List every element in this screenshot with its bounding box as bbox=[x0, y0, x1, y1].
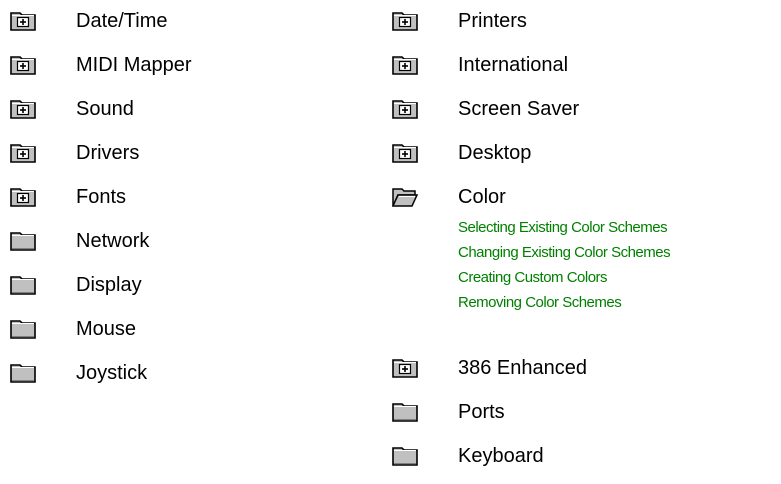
folder-plus-icon bbox=[392, 99, 418, 119]
topic-label: International bbox=[458, 54, 569, 76]
folder-plus-icon bbox=[10, 11, 36, 31]
topic-keyboard[interactable]: Keyboard bbox=[392, 435, 781, 479]
topic-mouse[interactable]: Mouse bbox=[10, 308, 370, 352]
right-topic-column: Printers International Screen Saver Desk… bbox=[391, 0, 781, 479]
subtopic-link[interactable]: Selecting Existing Color Schemes bbox=[458, 215, 781, 240]
topic-label: Fonts bbox=[76, 186, 127, 208]
folder-plus-icon bbox=[10, 99, 36, 119]
folder-icon bbox=[10, 319, 36, 339]
topic-label: Mouse bbox=[76, 318, 137, 340]
topic-label: Keyboard bbox=[458, 445, 544, 467]
topic-color[interactable]: Color bbox=[391, 176, 781, 220]
topic-label: Drivers bbox=[76, 142, 140, 164]
left-topic-column: Date/Time MIDI Mapper Sound Drivers Font… bbox=[10, 0, 370, 396]
topic-386-enhanced[interactable]: 386 Enhanced bbox=[392, 347, 781, 391]
topic-label: Sound bbox=[76, 98, 134, 120]
topic-display[interactable]: Display bbox=[10, 264, 370, 308]
topic-label: Display bbox=[76, 274, 142, 296]
topic-international[interactable]: International bbox=[392, 44, 781, 88]
topic-network[interactable]: Network bbox=[10, 220, 370, 264]
topic-printers[interactable]: Printers bbox=[392, 0, 781, 44]
topic-fonts[interactable]: Fonts bbox=[10, 176, 370, 220]
color-subtopic-list: Selecting Existing Color Schemes Changin… bbox=[392, 215, 781, 347]
subtopic-link[interactable]: Creating Custom Colors bbox=[458, 265, 781, 290]
topic-label: Desktop bbox=[458, 142, 532, 164]
folder-icon bbox=[392, 402, 418, 422]
folder-plus-icon bbox=[392, 143, 418, 163]
open-folder-icon bbox=[391, 187, 419, 207]
folder-icon bbox=[10, 275, 36, 295]
folder-plus-icon bbox=[10, 143, 36, 163]
topic-label: Color bbox=[458, 186, 506, 208]
topic-label: 386 Enhanced bbox=[458, 357, 588, 379]
topic-label: Printers bbox=[458, 10, 527, 32]
topic-label: Network bbox=[76, 230, 150, 252]
subtopic-link[interactable]: Changing Existing Color Schemes bbox=[458, 240, 781, 265]
folder-plus-icon bbox=[392, 358, 418, 378]
folder-plus-icon bbox=[392, 55, 418, 75]
topic-drivers[interactable]: Drivers bbox=[10, 132, 370, 176]
topic-date-time[interactable]: Date/Time bbox=[10, 0, 370, 44]
topic-label: Ports bbox=[458, 401, 505, 423]
topic-label: Joystick bbox=[76, 362, 148, 384]
topic-label: Date/Time bbox=[76, 10, 168, 32]
folder-icon bbox=[10, 231, 36, 251]
folder-plus-icon bbox=[392, 11, 418, 31]
folder-icon bbox=[392, 446, 418, 466]
topic-ports[interactable]: Ports bbox=[392, 391, 781, 435]
topic-label: MIDI Mapper bbox=[76, 54, 192, 76]
subtopic-link[interactable]: Removing Color Schemes bbox=[458, 290, 781, 315]
topic-desktop[interactable]: Desktop bbox=[392, 132, 781, 176]
topic-joystick[interactable]: Joystick bbox=[10, 352, 370, 396]
topic-sound[interactable]: Sound bbox=[10, 88, 370, 132]
topic-label: Screen Saver bbox=[458, 98, 580, 120]
folder-icon bbox=[10, 363, 36, 383]
topic-screen-saver[interactable]: Screen Saver bbox=[392, 88, 781, 132]
folder-plus-icon bbox=[10, 187, 36, 207]
topic-midi-mapper[interactable]: MIDI Mapper bbox=[10, 44, 370, 88]
folder-plus-icon bbox=[10, 55, 36, 75]
